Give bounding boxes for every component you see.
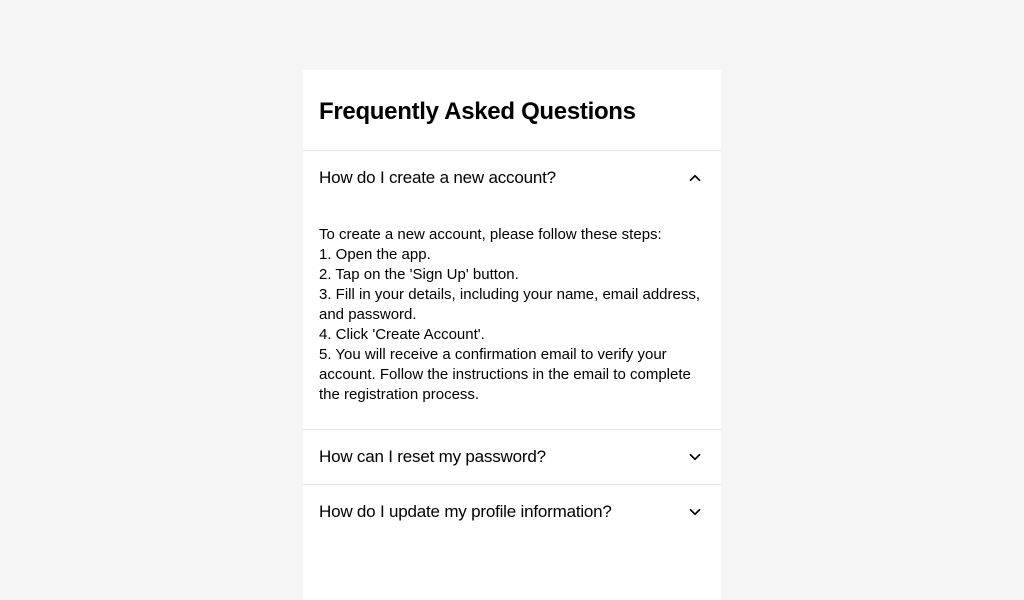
faq-card: Frequently Asked Questions How do I crea…: [303, 70, 721, 600]
chevron-down-icon: [685, 502, 705, 522]
chevron-up-icon: [685, 168, 705, 188]
faq-question: How do I update my profile information?: [319, 502, 612, 522]
chevron-down-icon: [685, 447, 705, 467]
faq-question: How can I reset my password?: [319, 447, 546, 467]
faq-item: How do I create a new account? To create…: [303, 150, 721, 429]
faq-item: How do I update my profile information?: [303, 484, 721, 539]
faq-answer: To create a new account, please follow t…: [303, 205, 721, 429]
faq-item-header-1[interactable]: How can I reset my password?: [303, 430, 721, 484]
faq-question: How do I create a new account?: [319, 168, 556, 188]
faq-item-header-0[interactable]: How do I create a new account?: [303, 151, 721, 205]
faq-item: How can I reset my password?: [303, 429, 721, 484]
faq-item-header-2[interactable]: How do I update my profile information?: [303, 485, 721, 539]
faq-title: Frequently Asked Questions: [303, 70, 721, 150]
